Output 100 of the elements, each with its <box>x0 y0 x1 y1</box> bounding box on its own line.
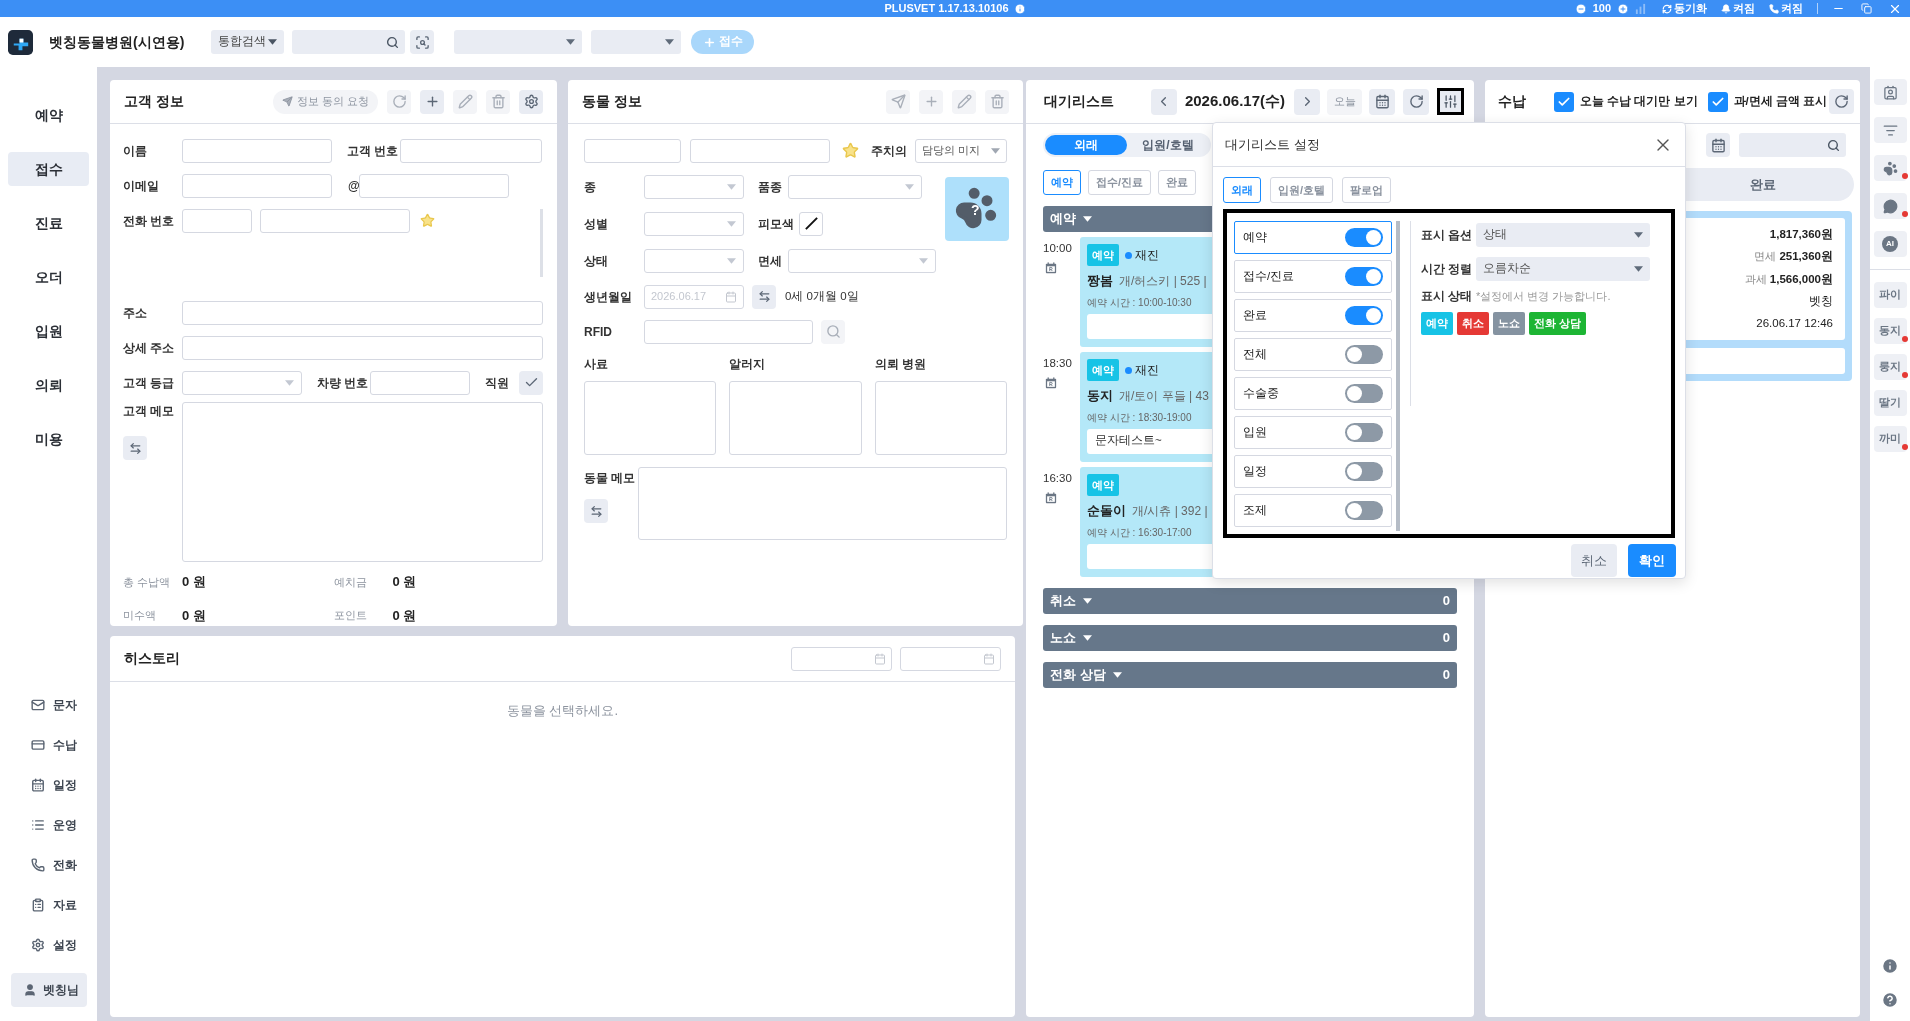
input-field[interactable] <box>182 209 252 233</box>
patient-tab[interactable]: 동지 <box>1873 318 1907 344</box>
toggle-row[interactable]: 접수/진료 <box>1234 260 1392 293</box>
swap-button[interactable] <box>752 284 776 309</box>
filter-settings-button[interactable] <box>1437 88 1464 115</box>
date-field[interactable] <box>791 646 892 671</box>
toggle-row[interactable]: 조제 <box>1234 494 1392 527</box>
toggle-row[interactable]: 전체 <box>1234 338 1392 371</box>
nav-item[interactable]: 의뢰 <box>8 368 89 402</box>
zoom-out-icon[interactable] <box>1574 2 1587 15</box>
nav-item[interactable]: 미용 <box>8 422 89 456</box>
tool-item[interactable]: 수납 <box>10 733 87 757</box>
group-header[interactable]: 취소 0 <box>1043 588 1457 614</box>
select-field[interactable] <box>182 370 302 395</box>
input-field[interactable] <box>182 335 543 360</box>
toggle-switch[interactable] <box>1345 306 1383 325</box>
toggle-switch[interactable] <box>1345 228 1383 247</box>
refresh-button[interactable] <box>1403 88 1429 115</box>
toggle-row[interactable]: 완료 <box>1234 299 1392 332</box>
toggle-switch[interactable] <box>1345 501 1383 520</box>
staff-check-button[interactable] <box>519 370 543 395</box>
toggle-switch[interactable] <box>1345 345 1383 364</box>
patient-tab[interactable]: 룽지 <box>1873 354 1907 380</box>
next-day-button[interactable] <box>1294 88 1320 115</box>
input-field[interactable] <box>182 300 543 325</box>
select-field[interactable] <box>788 174 922 199</box>
toggle-row[interactable]: 예약 <box>1234 221 1392 254</box>
input-field[interactable] <box>182 138 332 163</box>
select-field[interactable]: 오름차순 <box>1476 256 1650 281</box>
input-field[interactable] <box>260 209 410 233</box>
info-icon[interactable] <box>1881 957 1899 975</box>
select-field[interactable] <box>591 30 682 54</box>
select-field[interactable] <box>788 248 936 273</box>
refresh-button[interactable] <box>387 89 411 114</box>
tool-item[interactable]: 일정 <box>10 773 87 797</box>
note-field[interactable] <box>729 381 862 455</box>
nav-item[interactable]: 진료 <box>8 206 89 240</box>
date-field[interactable] <box>900 646 1001 671</box>
input-field[interactable] <box>182 173 332 198</box>
toggle-switch[interactable] <box>1345 267 1383 286</box>
zoom-in-icon[interactable] <box>1617 2 1629 15</box>
input-field[interactable] <box>644 319 813 344</box>
nav-item[interactable]: 접수 <box>8 152 89 186</box>
nav-item[interactable]: 예약 <box>8 98 89 132</box>
calendar-button[interactable] <box>1706 133 1730 157</box>
user-profile[interactable]: 벳칭님 <box>10 973 87 1007</box>
patient-tab[interactable]: 파이 <box>1873 282 1907 308</box>
star-icon[interactable] <box>842 142 859 159</box>
restore-icon[interactable] <box>1861 3 1872 14</box>
input-field[interactable] <box>359 173 509 198</box>
refresh-button[interactable] <box>1829 89 1854 114</box>
input-field[interactable] <box>400 138 542 163</box>
input-field[interactable] <box>370 370 470 395</box>
dialog-tab[interactable]: 외래 <box>1223 177 1261 203</box>
search-field[interactable] <box>1739 133 1846 157</box>
tool-item[interactable]: 설정 <box>10 933 87 957</box>
tool-item[interactable]: 전화 <box>10 853 87 877</box>
segment-tab[interactable]: 입원/호텔 <box>1127 135 1209 155</box>
tool-item[interactable]: 자료 <box>10 893 87 917</box>
group-header[interactable]: 노쇼 0 <box>1043 625 1457 651</box>
group-header[interactable]: 전화 상담 0 <box>1043 662 1457 688</box>
search-field[interactable] <box>292 30 406 54</box>
checkbox[interactable] <box>1707 91 1728 112</box>
select-field[interactable]: 상태 <box>1476 222 1650 247</box>
swap-button[interactable] <box>123 436 147 460</box>
select-field[interactable] <box>644 248 744 273</box>
tool-item[interactable]: 운영 <box>10 813 87 837</box>
select-field[interactable]: 담당의 미지 <box>915 138 1007 163</box>
quick-tool-button[interactable] <box>1873 117 1907 143</box>
tool-item[interactable]: 문자 <box>10 693 87 717</box>
toggle-switch[interactable] <box>1345 423 1383 442</box>
toggle-row[interactable]: 입원 <box>1234 416 1392 449</box>
select-field[interactable] <box>454 30 583 54</box>
calendar-button[interactable] <box>1369 88 1395 115</box>
toggle-row[interactable]: 일정 <box>1234 455 1392 488</box>
search-scope-dropdown[interactable]: 통합검색 <box>211 30 285 54</box>
cancel-button[interactable]: 취소 <box>1571 544 1617 577</box>
settings-button[interactable] <box>519 89 543 114</box>
quick-tool-button[interactable] <box>1873 79 1907 105</box>
quick-tool-button[interactable]: AI <box>1873 231 1907 257</box>
memo-field[interactable] <box>638 467 1007 540</box>
patient-tab[interactable]: 까미 <box>1873 426 1907 452</box>
input-field[interactable] <box>584 138 681 163</box>
quick-tool-button[interactable] <box>1873 155 1907 181</box>
add-button[interactable] <box>420 89 444 114</box>
quick-tool-button[interactable] <box>1873 193 1907 219</box>
input-field[interactable] <box>690 138 830 163</box>
search-button[interactable] <box>821 319 845 344</box>
customer-search-button[interactable] <box>410 30 435 54</box>
swap-button[interactable] <box>584 499 608 523</box>
note-field[interactable] <box>584 381 717 455</box>
nav-item[interactable]: 입원 <box>8 314 89 348</box>
star-icon[interactable] <box>420 213 435 228</box>
nav-item[interactable]: 오더 <box>8 260 89 294</box>
toggle-switch[interactable] <box>1345 384 1383 403</box>
send-button[interactable] <box>886 89 910 114</box>
segment-tab[interactable]: 완료 <box>1672 168 1854 201</box>
delete-button[interactable] <box>486 89 510 114</box>
edit-button[interactable] <box>952 89 976 114</box>
select-field[interactable] <box>644 211 744 236</box>
